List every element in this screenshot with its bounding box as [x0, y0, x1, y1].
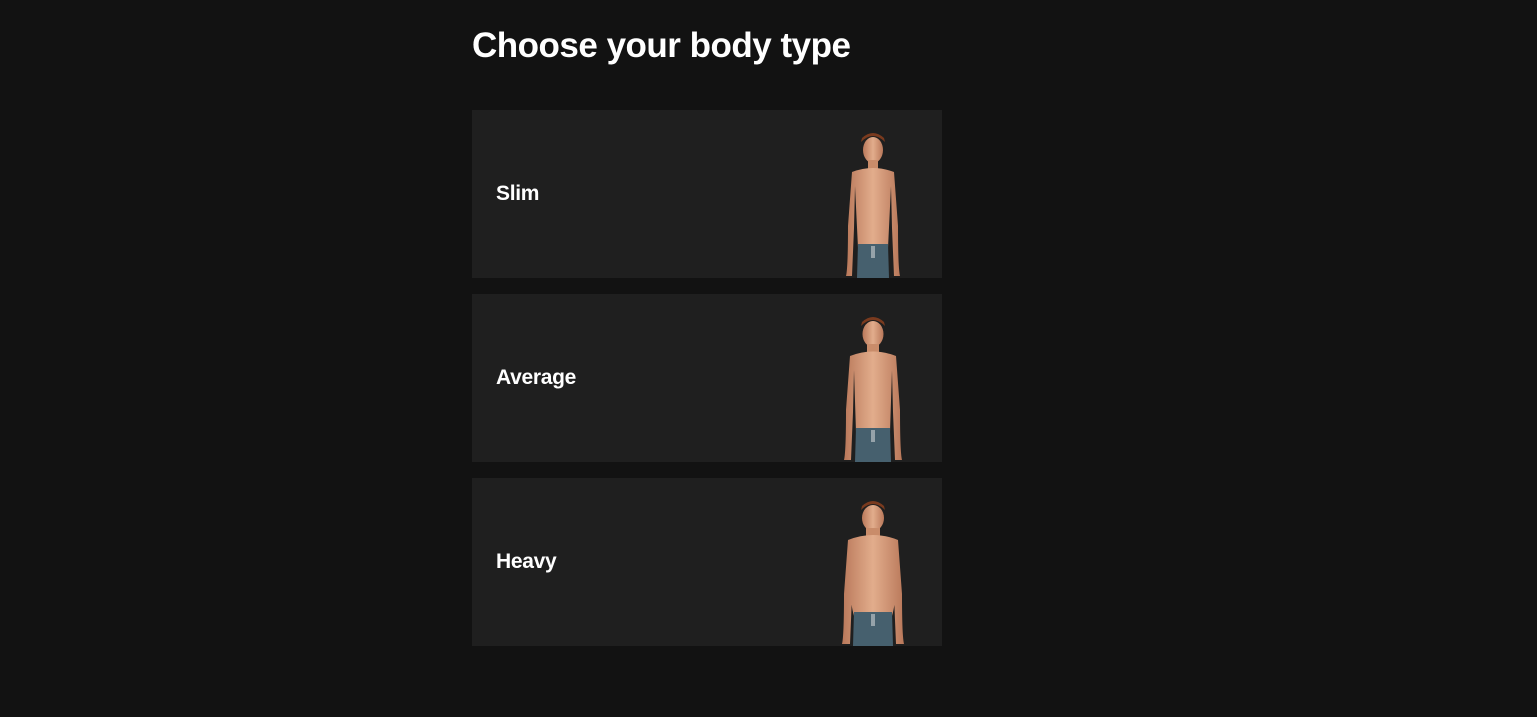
option-label: Slim [496, 182, 540, 205]
option-heavy[interactable]: Heavy [472, 478, 942, 646]
option-label: Heavy [496, 550, 557, 573]
slim-body-figure [828, 128, 918, 278]
page-title: Choose your body type [472, 26, 851, 65]
heavy-body-illustration [842, 501, 904, 646]
option-label: Average [496, 366, 577, 389]
average-body-figure [828, 312, 918, 462]
option-average[interactable]: Average [472, 294, 942, 462]
heavy-body-figure [828, 496, 918, 646]
slim-body-illustration [846, 133, 900, 278]
option-slim[interactable]: Slim [472, 110, 942, 278]
average-body-illustration [844, 317, 902, 462]
body-type-options: Slim Average Heavy [472, 110, 942, 646]
